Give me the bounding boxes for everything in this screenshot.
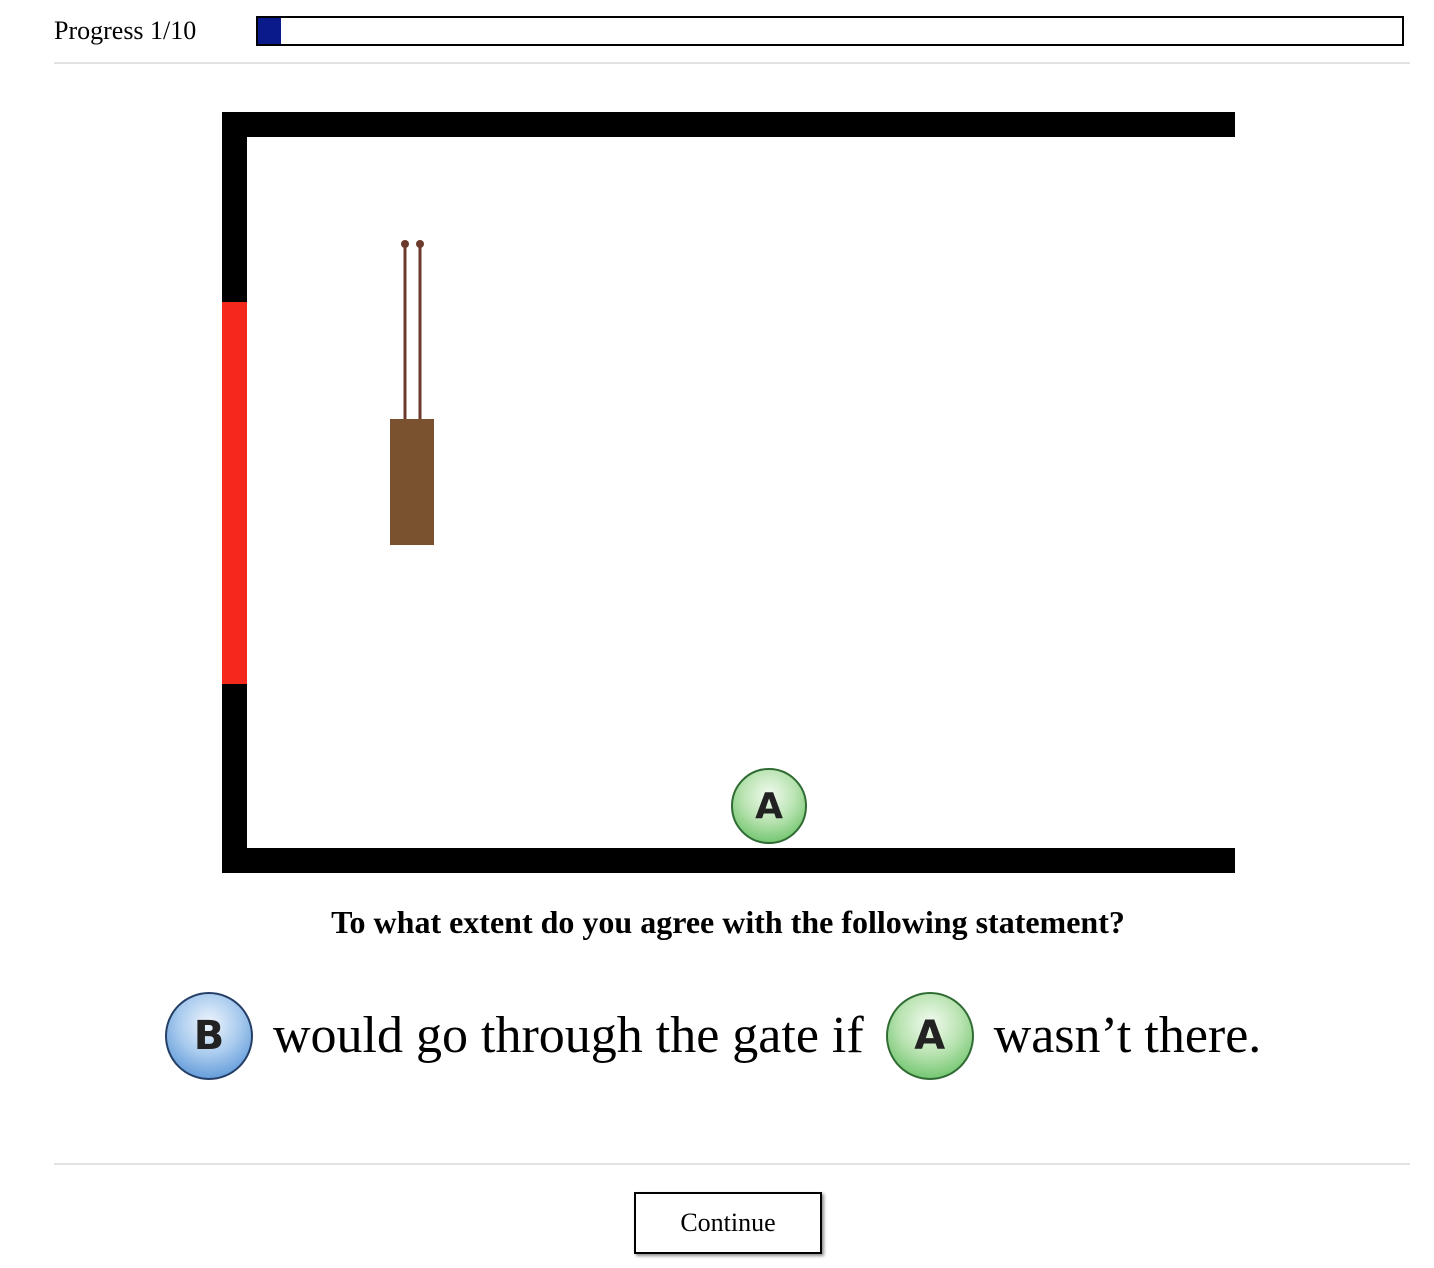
footer-divider bbox=[54, 1163, 1410, 1165]
progress-bar bbox=[256, 16, 1404, 46]
statement: B would go through the gate if A wasn’t … bbox=[165, 990, 1261, 1082]
box-with-ropes bbox=[390, 240, 434, 545]
agent-a-label: A bbox=[755, 785, 783, 827]
question-prompt: To what extent do you agree with the fol… bbox=[331, 904, 1125, 940]
progress-bar-fill bbox=[258, 18, 281, 44]
continue-button[interactable]: Continue bbox=[634, 1192, 822, 1254]
agent-b-label: B bbox=[193, 1013, 225, 1059]
statement-part-1: would go through the gate if bbox=[273, 1007, 864, 1064]
rope-right-end bbox=[416, 240, 424, 248]
statement-part-2: wasn’t there. bbox=[993, 1007, 1262, 1064]
agent-a-inline-label: A bbox=[914, 1013, 946, 1059]
page: Progress 1/10 A To what extent do you ag… bbox=[0, 0, 1434, 1268]
progress-label: Progress 1/10 bbox=[54, 16, 197, 45]
rope-left-end bbox=[401, 240, 409, 248]
agent-b-icon: B bbox=[165, 992, 253, 1080]
agent-a-ball: A bbox=[731, 768, 807, 844]
scene-diagram: A bbox=[222, 112, 1235, 873]
agent-a-icon: A bbox=[885, 992, 974, 1080]
box bbox=[390, 419, 434, 545]
header-divider bbox=[54, 62, 1410, 64]
